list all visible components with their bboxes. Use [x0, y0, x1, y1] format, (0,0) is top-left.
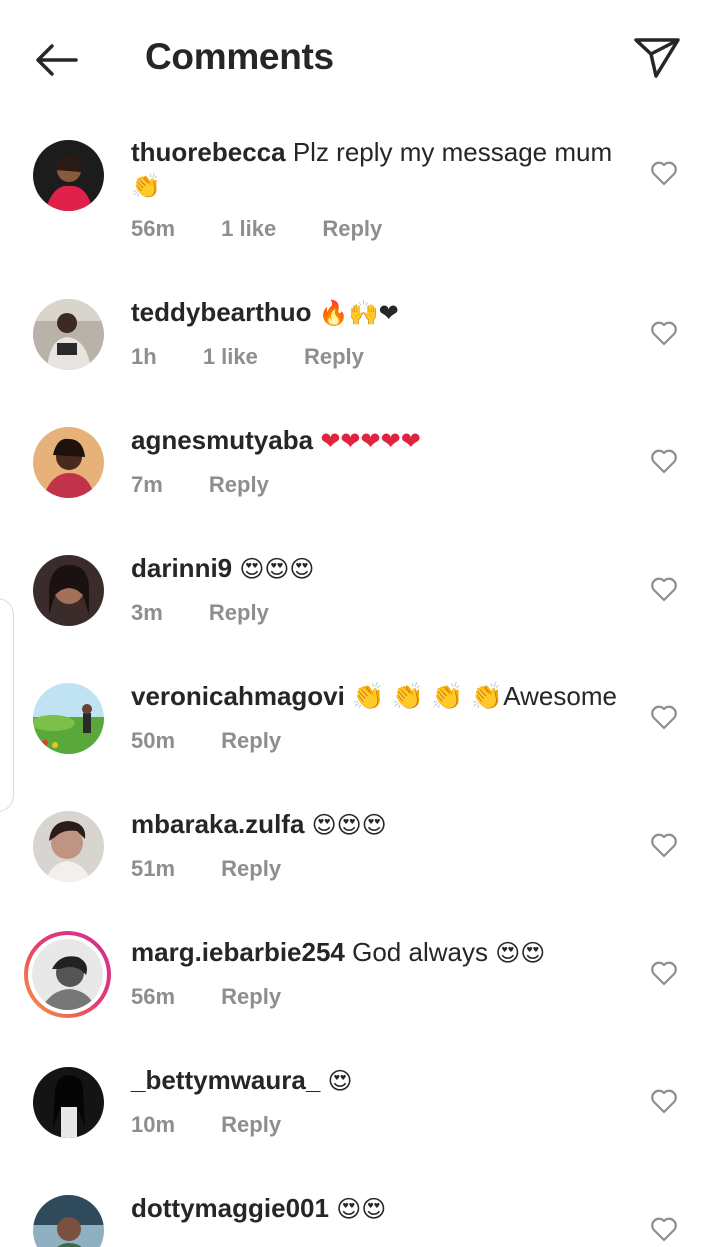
- reply-button[interactable]: Reply: [221, 728, 281, 753]
- comment-username[interactable]: marg.iebarbie254: [131, 937, 345, 967]
- reply-button[interactable]: Reply: [322, 216, 382, 241]
- comment-emoji: 😍😍😍: [311, 811, 387, 839]
- comment-meta: 56m Reply: [131, 984, 321, 1010]
- heart-outline-icon[interactable]: [650, 1216, 678, 1242]
- comment-body: God always: [352, 937, 488, 967]
- reply-button[interactable]: Reply: [221, 984, 281, 1009]
- comment-meta: 3m Reply: [131, 600, 309, 626]
- comment-text: mbaraka.zulfa 😍😍😍: [131, 808, 626, 842]
- comment-username[interactable]: darinni9: [131, 553, 232, 583]
- comment-time: 51m: [131, 856, 176, 881]
- comment-row: _bettymwaura_ 😍 10m Reply: [0, 1060, 720, 1188]
- comment-emoji: 🔥🙌❤: [318, 299, 399, 327]
- comment-meta: 1h 1 like Reply: [131, 344, 404, 370]
- comment-emoji: 😍😍: [495, 939, 546, 967]
- comment-text: marg.iebarbie254 God always 😍😍: [131, 936, 626, 970]
- back-button[interactable]: [28, 36, 84, 84]
- avatar[interactable]: [33, 683, 104, 754]
- comment-row: marg.iebarbie254 God always 😍😍 56m Reply: [0, 931, 720, 1060]
- avatar: [32, 939, 103, 1010]
- comment-text: agnesmutyaba ❤❤❤❤❤: [131, 424, 626, 458]
- avatar[interactable]: [33, 1067, 104, 1138]
- comment-username[interactable]: agnesmutyaba: [131, 425, 313, 455]
- comment-meta: 51m Reply: [131, 856, 321, 882]
- comment-text: teddybearthuo 🔥🙌❤: [131, 296, 626, 330]
- comment-meta: 56m 1 like Reply: [131, 216, 422, 242]
- comment-text: dottymaggie001 😍😍: [131, 1192, 626, 1226]
- comment-time: 10m: [131, 1112, 176, 1137]
- heart-outline-icon[interactable]: [650, 832, 678, 858]
- reply-button[interactable]: Reply: [221, 1112, 281, 1137]
- comment-username[interactable]: dottymaggie001: [131, 1193, 329, 1223]
- heart-outline-icon[interactable]: [650, 704, 678, 730]
- reply-button[interactable]: Reply: [209, 600, 269, 625]
- avatar[interactable]: [33, 140, 104, 211]
- comment-meta: 10m Reply: [131, 1112, 321, 1138]
- reply-button[interactable]: Reply: [221, 856, 281, 881]
- paper-plane-icon: [634, 38, 680, 78]
- comment-likes[interactable]: 1 like: [221, 216, 276, 241]
- heart-outline-icon[interactable]: [650, 320, 678, 346]
- comment-time: 1h: [131, 344, 157, 369]
- comment-emoji: ❤❤❤❤❤: [320, 427, 421, 455]
- page-title: Comments: [145, 36, 334, 77]
- avatar[interactable]: [33, 1195, 104, 1247]
- avatar[interactable]: [33, 427, 104, 498]
- avatar-story-ring[interactable]: [24, 931, 111, 1018]
- comment-body: 👏 👏 👏 👏Awesome: [352, 681, 617, 711]
- share-button[interactable]: [630, 32, 684, 80]
- comment-body: Plz reply my message mum: [292, 137, 613, 167]
- comment-username[interactable]: teddybearthuo: [131, 297, 312, 327]
- comment-meta: 50m Reply: [131, 728, 321, 754]
- comment-likes[interactable]: 1 like: [203, 344, 258, 369]
- comment-username[interactable]: veronicahmagovi: [131, 681, 345, 711]
- comment-meta: 7m Reply: [131, 472, 309, 498]
- avatar[interactable]: [33, 555, 104, 626]
- comment-row: mbaraka.zulfa 😍😍😍 51m Reply: [0, 804, 720, 932]
- comment-time: 56m: [131, 216, 176, 241]
- comment-username[interactable]: mbaraka.zulfa: [131, 809, 304, 839]
- comment-emoji: 😍😍😍: [239, 555, 315, 583]
- heart-outline-icon[interactable]: [650, 960, 678, 986]
- avatar[interactable]: [33, 299, 104, 370]
- comment-text: thuorebecca Plz reply my message mum 👏: [131, 136, 626, 203]
- comment-text: _bettymwaura_ 😍: [131, 1064, 626, 1098]
- arrow-left-icon: [36, 44, 78, 76]
- comment-emoji: 😍: [327, 1067, 353, 1095]
- comment-text: veronicahmagovi 👏 👏 👏 👏Awesome: [131, 680, 626, 713]
- comment-time: 56m: [131, 984, 176, 1009]
- heart-outline-icon[interactable]: [650, 1088, 678, 1114]
- heart-outline-icon[interactable]: [650, 576, 678, 602]
- comment-emoji: 👏: [131, 172, 161, 200]
- comment-username[interactable]: _bettymwaura_: [131, 1065, 320, 1095]
- comment-emoji: 😍😍: [336, 1195, 387, 1223]
- comment-row: agnesmutyaba ❤❤❤❤❤ 7m Reply: [0, 420, 720, 548]
- comment-time: 50m: [131, 728, 176, 753]
- avatar[interactable]: [33, 811, 104, 882]
- reply-button[interactable]: Reply: [209, 472, 269, 497]
- comment-time: 7m: [131, 472, 163, 497]
- header-bar: Comments: [0, 0, 720, 118]
- comment-row: darinni9 😍😍😍 3m Reply: [0, 548, 720, 676]
- reply-button[interactable]: Reply: [304, 344, 364, 369]
- comment-row: teddybearthuo 🔥🙌❤ 1h 1 like Reply: [0, 292, 720, 420]
- heart-outline-icon[interactable]: [650, 448, 678, 474]
- comment-username[interactable]: thuorebecca: [131, 137, 286, 167]
- comment-row: thuorebecca Plz reply my message mum 👏 56…: [0, 132, 720, 260]
- heart-outline-icon[interactable]: [650, 160, 678, 186]
- comment-row: veronicahmagovi 👏 👏 👏 👏Awesome 50m Reply: [0, 676, 720, 804]
- comment-time: 3m: [131, 600, 163, 625]
- comment-text: darinni9 😍😍😍: [131, 552, 626, 586]
- comment-row: dottymaggie001 😍😍: [0, 1188, 720, 1247]
